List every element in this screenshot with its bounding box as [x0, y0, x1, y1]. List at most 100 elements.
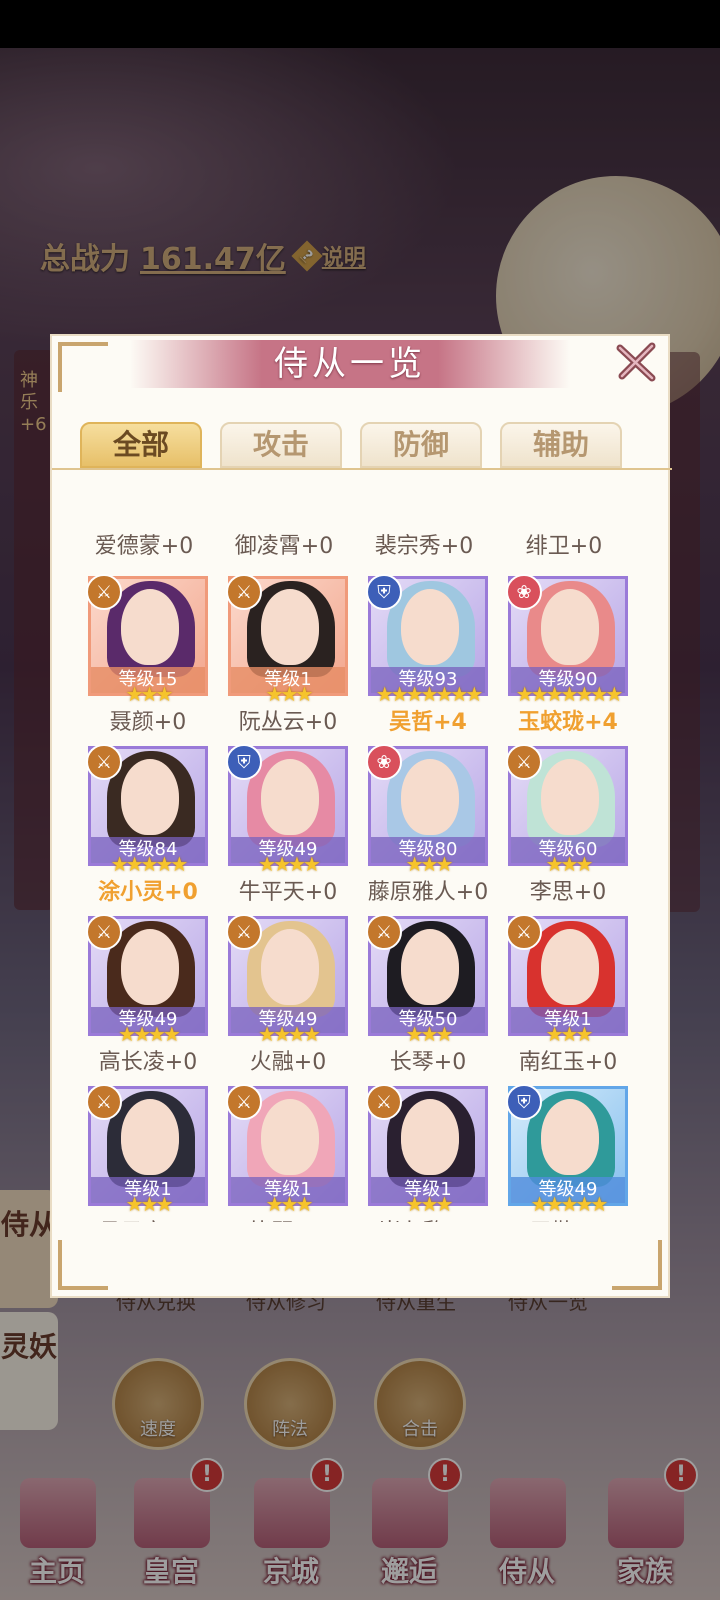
servant-name: 崔九黎+0: [358, 1214, 498, 1222]
star-rating: ★★★: [405, 1192, 454, 1216]
servant-name: 南红玉+0: [518, 1050, 618, 1075]
servant-card[interactable]: 等级49 ⚔ ★★★★ 火融+0: [226, 914, 368, 1084]
servant-name: 聂颜+0: [109, 710, 187, 735]
modal-title: 侍从一览: [274, 344, 426, 384]
servant-name: 牛平天+0: [238, 880, 338, 905]
servant-card[interactable]: 等级60 ⚔ ★★★ 李思+0: [506, 744, 648, 914]
servant-card[interactable]: 等级49 ⚔ ★★★★ 高长凌+0: [86, 914, 228, 1084]
star-rating: ★★★★★: [110, 852, 189, 876]
star-rating: ★★★★★★★: [375, 682, 484, 706]
star-rating: ★★★: [405, 1022, 454, 1046]
portrait-face: [121, 589, 179, 665]
portrait-face: [541, 759, 599, 835]
servant-name: 火融+0: [249, 1050, 327, 1075]
close-icon: [616, 342, 656, 382]
filter-tabs: 全部 攻击 防御 辅助: [52, 422, 672, 470]
servant-name: 吴哲+4: [389, 710, 467, 735]
portrait-face: [541, 929, 599, 1005]
close-button[interactable]: [612, 338, 660, 386]
corner-ornament: [612, 1240, 662, 1290]
support-class-icon: ❀: [366, 744, 402, 780]
attack-class-icon: ⚔: [366, 1084, 402, 1120]
servant-name: 涂小灵+0: [98, 880, 198, 905]
star-rating: ★★★★: [258, 1022, 321, 1046]
servant-name: 卫勒+0: [498, 1214, 638, 1222]
defense-class-icon: ⛨: [506, 1084, 542, 1120]
servant-card[interactable]: 等级49⛨★★★★★卫勒+0: [506, 1084, 648, 1222]
servant-name: 阮丛云+0: [238, 710, 338, 735]
attack-class-icon: ⚔: [226, 574, 262, 610]
servant-card[interactable]: 等级1 ⚔ ★★★ 南红玉+0: [506, 914, 648, 1084]
servant-overview-modal: 侍从一览 全部 攻击 防御 辅助 爱德蒙+0 御凌霄+0 裴宗秀+0 绯卫+0 …: [50, 334, 672, 1298]
servant-name: 毕羽+0: [218, 1214, 358, 1222]
status-bar: [0, 0, 720, 48]
star-rating: ★★★: [265, 682, 314, 706]
servant-card[interactable]: 等级50 ⚔ ★★★ 长琴+0: [366, 914, 508, 1084]
star-rating: ★★★: [125, 682, 174, 706]
star-rating: ★★★: [545, 1022, 594, 1046]
star-rating: ★★★: [405, 852, 454, 876]
portrait-face: [541, 589, 599, 665]
portrait-face: [261, 589, 319, 665]
corner-ornament: [58, 1240, 108, 1290]
servant-card[interactable]: 等级84 ⚔ ★★★★★ 涂小灵+0: [86, 744, 228, 914]
attack-class-icon: ⚔: [86, 1084, 122, 1120]
servant-card[interactable]: 等级93 ⛨ ★★★★★★★ 吴哲+4: [366, 574, 508, 744]
portrait-face: [401, 929, 459, 1005]
attack-class-icon: ⚔: [86, 744, 122, 780]
star-rating: ★★★★: [258, 852, 321, 876]
corner-ornament: [58, 342, 108, 392]
star-rating: ★★★★: [118, 1022, 181, 1046]
defense-class-icon: ⛨: [226, 744, 262, 780]
servant-name: 长琴+0: [389, 1050, 467, 1075]
defense-class-icon: ⛨: [366, 574, 402, 610]
attack-class-icon: ⚔: [366, 914, 402, 950]
tab-underline: [52, 468, 672, 470]
star-rating: ★★★: [125, 1192, 174, 1216]
tab-defense[interactable]: 防御: [360, 422, 482, 468]
servant-name: 藤原雅人+0: [367, 880, 489, 905]
servant-card[interactable]: 等级15 ⚔ ★★★ 聂颜+0: [86, 574, 228, 744]
servant-card[interactable]: 等级1⚔★★★毕羽+0: [226, 1084, 368, 1222]
star-rating: ★★★: [265, 1192, 314, 1216]
tab-attack[interactable]: 攻击: [220, 422, 342, 468]
servant-name: 绯卫+0: [525, 534, 603, 559]
servant-card[interactable]: 等级1 ⚔ ★★★ 阮丛云+0: [226, 574, 368, 744]
star-rating: ★★★★★: [530, 1192, 609, 1216]
servant-card[interactable]: 等级1⚔★★★崔九黎+0: [366, 1084, 508, 1222]
servant-name: 吕子衣+0: [78, 1214, 218, 1222]
star-rating: ★★★: [545, 852, 594, 876]
attack-class-icon: ⚔: [86, 574, 122, 610]
portrait-face: [261, 1099, 319, 1175]
modal-title-bar: 侍从一览: [130, 340, 570, 388]
portrait-face: [401, 589, 459, 665]
servant-grid[interactable]: 爱德蒙+0 御凌霄+0 裴宗秀+0 绯卫+0 等级15 ⚔ ★★★ 聂颜+0 等级1 ⚔ ★…: [52, 506, 672, 1222]
star-rating: ★★★★★★★: [515, 682, 624, 706]
portrait-face: [401, 1099, 459, 1175]
portrait-face: [541, 1099, 599, 1175]
portrait-face: [121, 929, 179, 1005]
portrait-face: [261, 759, 319, 835]
servant-name: 玉蛟珑+4: [518, 710, 618, 735]
portrait-face: [261, 929, 319, 1005]
attack-class-icon: ⚔: [86, 914, 122, 950]
tab-support[interactable]: 辅助: [500, 422, 622, 468]
attack-class-icon: ⚔: [226, 914, 262, 950]
servant-card[interactable]: 等级49 ⛨ ★★★★ 牛平天+0: [226, 744, 368, 914]
portrait-face: [401, 759, 459, 835]
tab-all[interactable]: 全部: [80, 422, 202, 468]
servant-name: 高长凌+0: [98, 1050, 198, 1075]
attack-class-icon: ⚔: [226, 1084, 262, 1120]
attack-class-icon: ⚔: [506, 744, 542, 780]
servant-card[interactable]: 等级90 ❀ ★★★★★★★ 玉蛟珑+4: [506, 574, 648, 744]
servant-card[interactable]: 等级1⚔★★★吕子衣+0: [86, 1084, 228, 1222]
servant-name: 李思+0: [529, 880, 607, 905]
portrait-face: [121, 1099, 179, 1175]
servant-name: 裴宗秀+0: [374, 534, 474, 559]
servant-name: 爱德蒙+0: [94, 534, 194, 559]
support-class-icon: ❀: [506, 574, 542, 610]
servant-name: 御凌霄+0: [234, 534, 334, 559]
servant-card[interactable]: 等级80 ❀ ★★★ 藤原雅人+0: [366, 744, 508, 914]
attack-class-icon: ⚔: [506, 914, 542, 950]
portrait-face: [121, 759, 179, 835]
